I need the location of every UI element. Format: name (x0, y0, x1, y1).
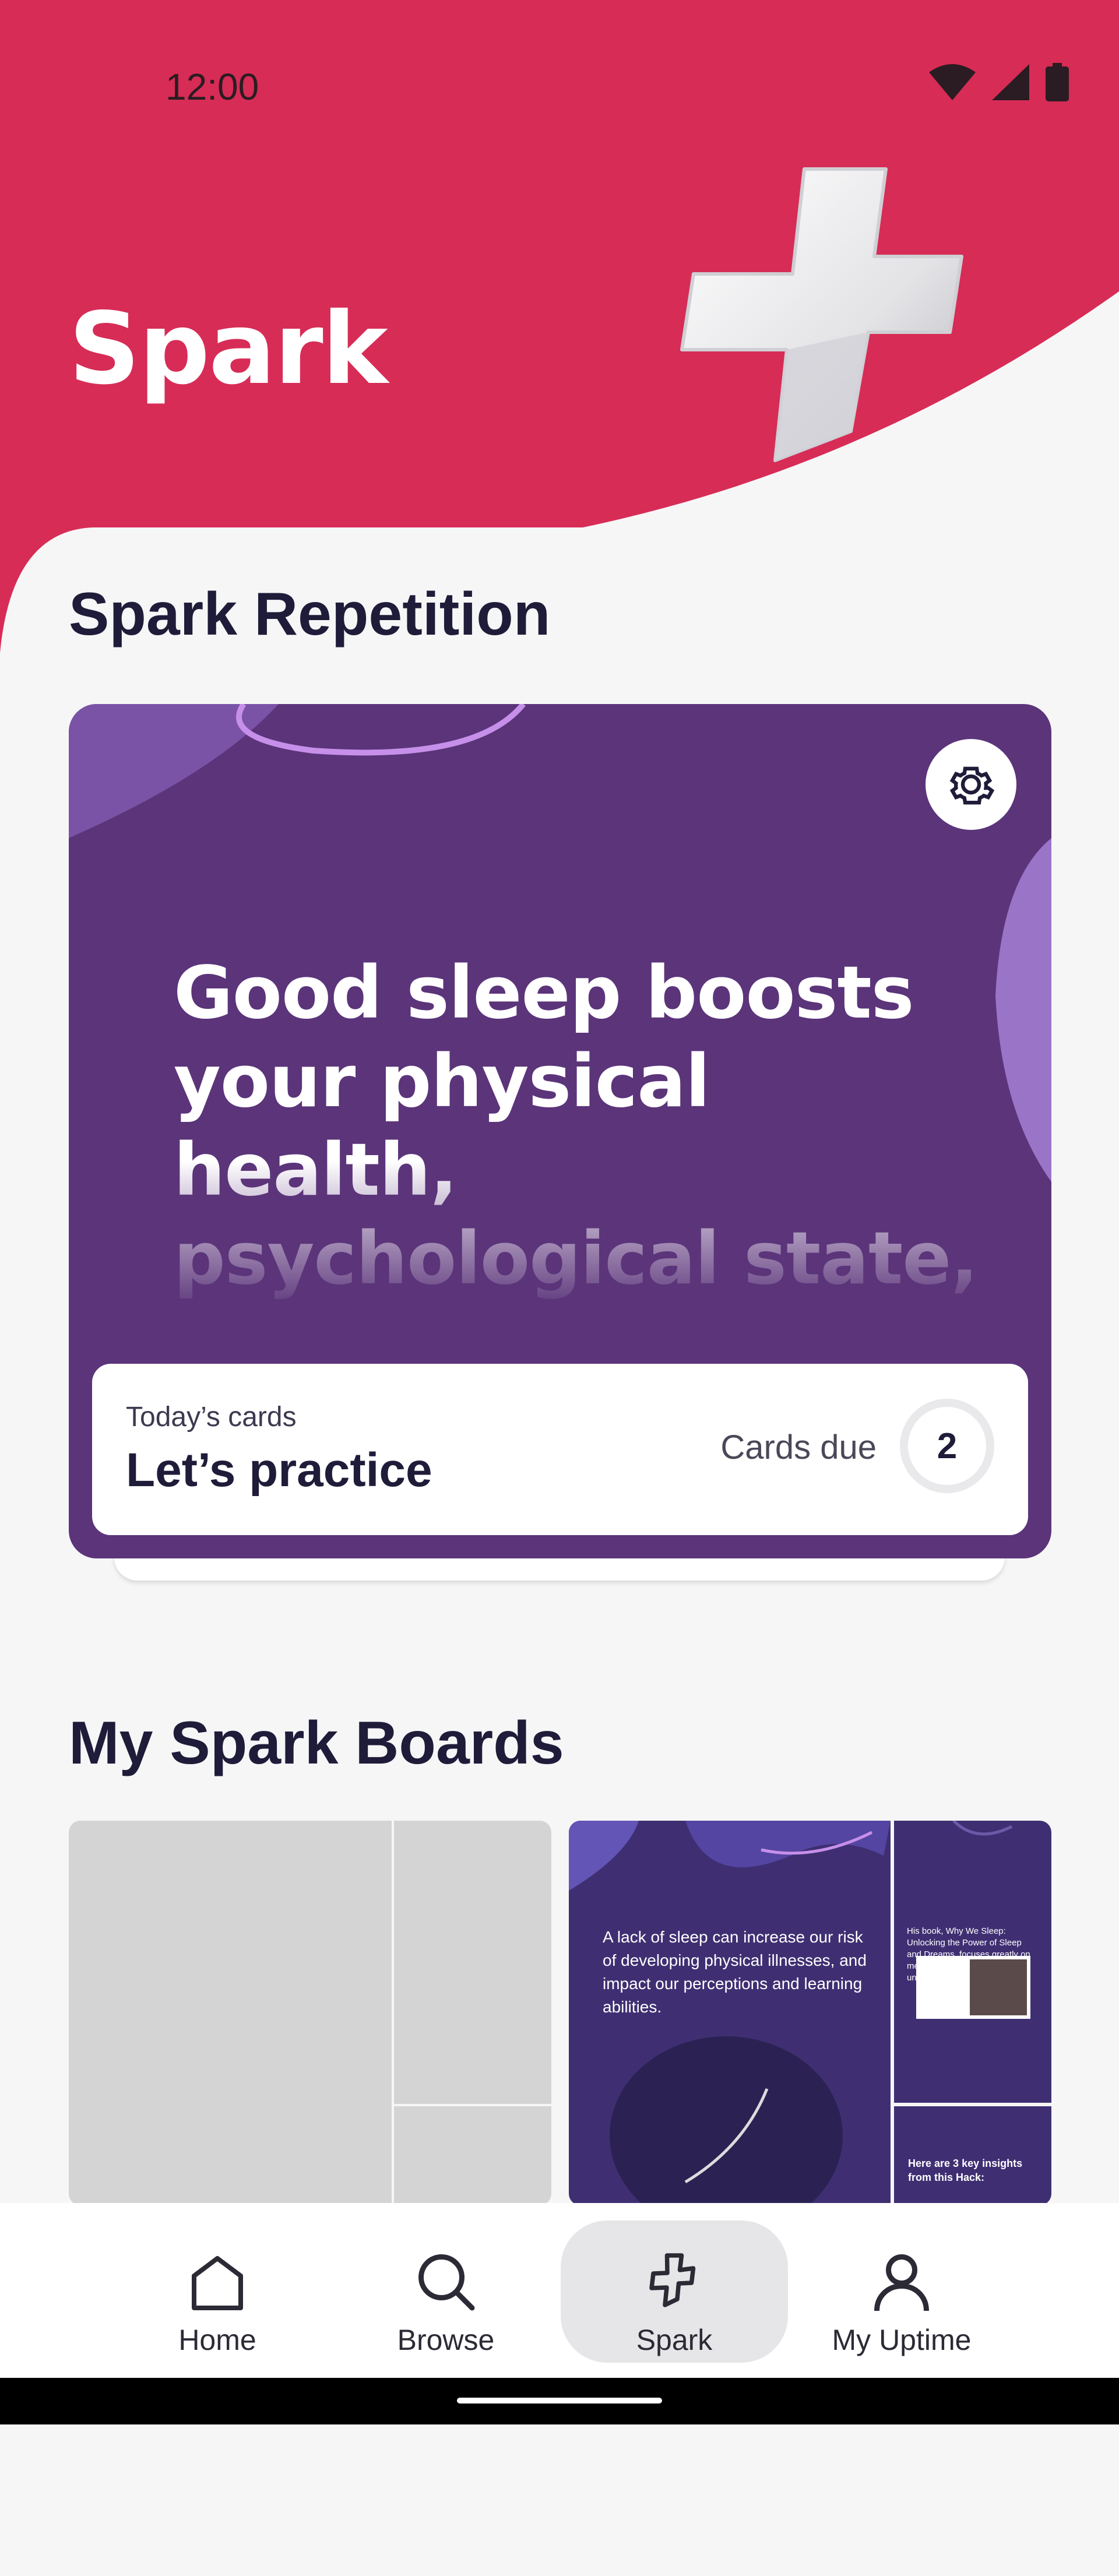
spark-repetition-card[interactable]: Good sleep boosts your physical health, … (69, 704, 1051, 1558)
board-divider (894, 2103, 1051, 2106)
nav-label-my-uptime: My Uptime (832, 2324, 972, 2356)
home-gesture-handle[interactable] (457, 2398, 662, 2403)
nav-label-home: Home (178, 2324, 256, 2356)
nav-item-spark[interactable]: Spark (561, 2220, 788, 2363)
cards-due-count: 2 (900, 1399, 994, 1493)
board-divider (392, 1821, 394, 2205)
page-title: Spark (69, 291, 388, 407)
section-title-repetition: Spark Repetition (69, 580, 551, 648)
battery-icon (1046, 63, 1069, 101)
nav-label-browse: Browse (397, 2324, 495, 2356)
board-thumbnail (916, 1956, 1030, 2019)
home-icon (192, 2256, 243, 2310)
person-icon (874, 2254, 929, 2311)
settings-button[interactable] (926, 739, 1016, 830)
nav-item-browse[interactable]: Browse (332, 2220, 560, 2363)
speaker-photo (970, 1959, 1027, 2015)
star-icon (649, 2253, 696, 2307)
card-quote: Good sleep boosts your physical health, … (174, 951, 978, 1389)
board-card-empty[interactable] (69, 1821, 551, 2205)
signal-icon (992, 64, 1029, 100)
board-divider (394, 2104, 551, 2106)
section-title-boards: My Spark Boards (69, 1709, 564, 1777)
practice-bar[interactable]: Today’s cards Let’s practice Cards due 2 (92, 1364, 1028, 1535)
status-bar: 12:00 (0, 0, 1119, 175)
practice-button-label[interactable]: Let’s practice (126, 1443, 432, 1498)
nav-item-home[interactable]: Home (104, 2220, 331, 2363)
nav-item-my-uptime[interactable]: My Uptime (788, 2220, 1015, 2363)
board-card-sleep[interactable]: A lack of sleep can increase our risk of… (569, 1821, 1051, 2205)
bottom-nav: Home Browse Spark My Uptime (0, 2203, 1119, 2378)
status-time: 12:00 (166, 66, 259, 108)
board-insights-text: Here are 3 key insights from this Hack: (908, 2158, 1023, 2183)
cards-due-label: Cards due (720, 1428, 877, 1466)
practice-subtitle: Today’s cards (126, 1402, 297, 1433)
board-main-text: A lack of sleep can increase our risk of… (603, 1928, 867, 2016)
gear-icon (949, 766, 995, 805)
search-icon (418, 2254, 475, 2311)
board-divider (891, 1821, 894, 2205)
wifi-icon (929, 64, 976, 100)
nav-label-spark: Spark (636, 2324, 713, 2356)
